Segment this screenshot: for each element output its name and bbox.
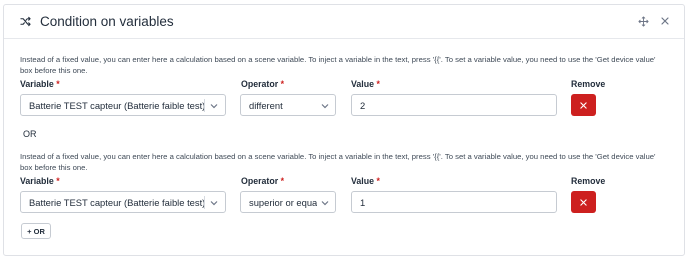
value-input[interactable]: 1 [351,191,557,213]
remove-label: Remove [571,79,606,89]
value-input[interactable]: 2 [351,94,557,116]
remove-button[interactable] [571,94,596,116]
chevron-down-icon [321,201,329,206]
move-icon[interactable] [638,16,649,27]
value-label: Value * [351,176,380,186]
remove-label: Remove [571,176,606,186]
operator-select[interactable]: superior or equal [240,191,336,213]
variable-select[interactable]: Batterie TEST capteur (Batterie faible t… [20,191,226,213]
variable-select[interactable]: Batterie TEST capteur (Batterie faible t… [20,94,226,116]
card-title: Condition on variables [40,14,174,29]
chevron-down-icon [210,201,218,206]
select-separator [204,99,205,112]
value-input-text: 2 [360,99,366,111]
operator-select-value: different [249,99,283,111]
chevron-down-icon [210,104,218,109]
value-label: Value * [351,79,380,89]
help-text: Instead of a fixed value, you can enter … [20,55,656,76]
select-separator [204,196,205,209]
value-input-text: 1 [360,196,366,208]
variable-select-value: Batterie TEST capteur (Batterie faible t… [29,196,206,208]
close-icon [580,198,587,206]
close-icon [580,101,587,109]
condition-card: Condition on variables Instead of a fixe… [3,4,685,256]
or-separator: OR [23,129,37,139]
card-header: Condition on variables [4,5,684,39]
shuffle-icon [20,16,31,27]
operator-select-value: superior or equal [249,196,317,208]
variable-label: Variable * [20,79,60,89]
add-or-button[interactable]: + OR [21,223,51,239]
variable-select-value: Batterie TEST capteur (Batterie faible t… [29,99,206,111]
operator-select[interactable]: different [240,94,336,116]
operator-label: Operator * [241,176,285,186]
chevron-down-icon [321,104,329,109]
close-icon[interactable] [660,16,670,26]
help-text: Instead of a fixed value, you can enter … [20,152,656,173]
operator-label: Operator * [241,79,285,89]
remove-button[interactable] [571,191,596,213]
variable-label: Variable * [20,176,60,186]
